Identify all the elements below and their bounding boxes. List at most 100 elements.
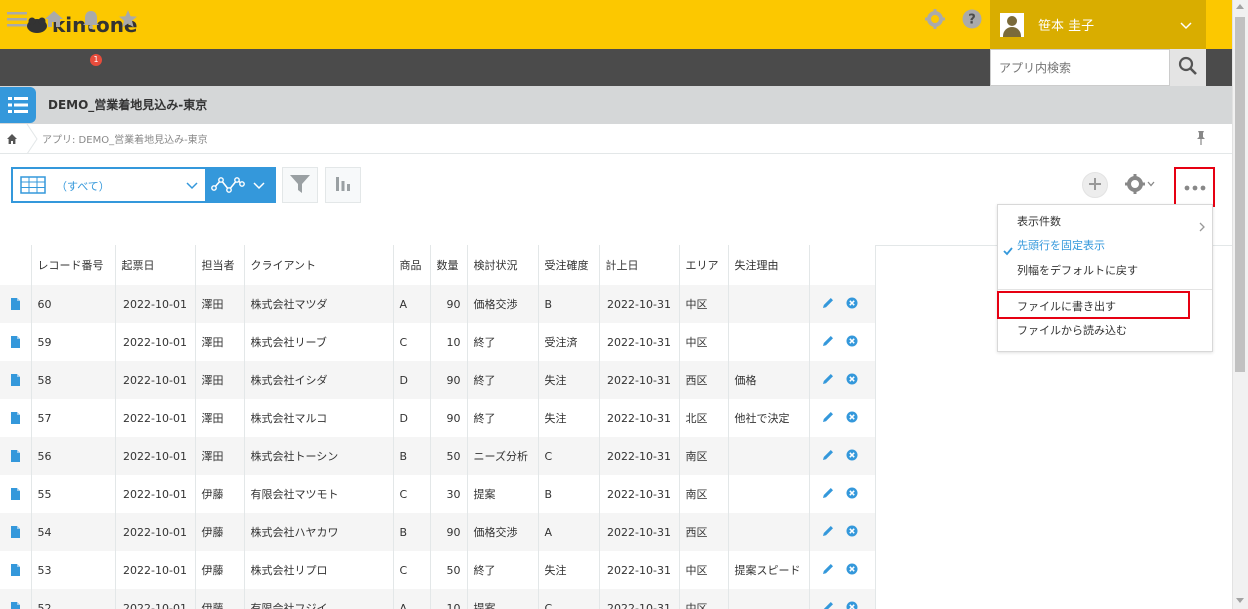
scrollbar-thumb[interactable] [1235, 17, 1245, 372]
add-record-button[interactable] [1082, 172, 1108, 198]
user-menu[interactable]: 笹本 圭子 [990, 0, 1206, 49]
column-header[interactable]: 起票日 [115, 245, 196, 285]
filter-button[interactable] [282, 167, 318, 203]
column-header[interactable]: 商品 [393, 245, 431, 285]
record-detail-cell[interactable] [0, 475, 32, 513]
table-cell: 58 [31, 361, 116, 399]
table-row[interactable]: 54 2022-10-01 伊藤 株式会社ハヤカワ B 90 価格交渉 A 2022-10-31… [0, 513, 876, 551]
table-cell [728, 323, 810, 361]
delete-icon[interactable] [846, 525, 858, 540]
record-detail-cell[interactable] [0, 399, 32, 437]
table-cell: 伊藤 [195, 589, 245, 609]
pin-icon[interactable] [1195, 130, 1207, 146]
scroll-up-arrow[interactable] [1236, 4, 1244, 9]
row-actions-cell [809, 399, 876, 437]
column-header[interactable]: 計上日 [599, 245, 680, 285]
chevron-down-icon [1146, 178, 1156, 192]
table-cell: 株式会社マルコ [244, 399, 394, 437]
menu-item-display-count[interactable]: 表示件数 [998, 210, 1212, 234]
breadcrumb-app-link[interactable]: アプリ: DEMO_営業着地見込み-東京 [42, 131, 208, 146]
delete-icon[interactable] [846, 563, 858, 578]
document-icon[interactable] [10, 374, 20, 386]
hamburger-menu-icon[interactable] [6, 8, 28, 30]
table-row[interactable]: 60 2022-10-01 澤田 株式会社マツダ A 90 価格交渉 B 2022-10-31 中… [0, 285, 876, 323]
record-detail-cell[interactable] [0, 323, 32, 361]
delete-icon[interactable] [846, 601, 858, 609]
table-row[interactable]: 53 2022-10-01 伊藤 株式会社リプロ C 50 終了 失注 2022-10-31 中区… [0, 551, 876, 589]
graph-settings-button[interactable] [325, 167, 361, 203]
more-options-button[interactable] [1174, 167, 1215, 207]
search-button[interactable] [1170, 49, 1206, 86]
table-cell: 2022-10-31 [599, 589, 680, 609]
record-detail-cell[interactable] [0, 285, 32, 323]
table-cell: 2022-10-01 [115, 285, 196, 323]
table-row[interactable]: 52 2022-10-01 伊藤 有限会社フジイ A 10 提案 C 2022-10-31 中区 [0, 589, 876, 609]
app-search-input[interactable] [990, 49, 1170, 86]
bell-icon[interactable] [80, 8, 102, 30]
column-header[interactable]: 検討状況 [467, 245, 539, 285]
column-header[interactable]: 数量 [430, 245, 468, 285]
home-icon[interactable] [43, 8, 65, 30]
breadcrumb-home-icon[interactable] [6, 133, 18, 145]
table-cell: 90 [430, 513, 468, 551]
column-header[interactable]: 失注理由 [728, 245, 810, 285]
app-list-icon[interactable] [0, 87, 36, 123]
column-header[interactable]: クライアント [244, 245, 394, 285]
record-detail-cell[interactable] [0, 361, 32, 399]
delete-icon[interactable] [846, 487, 858, 502]
document-icon[interactable] [10, 526, 20, 538]
table-cell: 50 [430, 551, 468, 589]
pencil-icon[interactable] [822, 487, 834, 502]
table-cell: C [393, 551, 431, 589]
app-settings-button[interactable] [1124, 172, 1164, 198]
table-cell: 中区 [679, 551, 729, 589]
record-detail-cell[interactable] [0, 513, 32, 551]
pencil-icon[interactable] [822, 411, 834, 426]
pencil-icon[interactable] [822, 335, 834, 350]
row-actions-cell [809, 361, 876, 399]
table-cell: 終了 [467, 323, 539, 361]
help-icon[interactable]: ? [961, 8, 983, 30]
table-cell: 伊藤 [195, 513, 245, 551]
svg-text:?: ? [968, 13, 976, 28]
delete-icon[interactable] [846, 335, 858, 350]
record-detail-cell[interactable] [0, 551, 32, 589]
column-header[interactable]: レコード番号 [31, 245, 116, 285]
column-header[interactable]: エリア [679, 245, 729, 285]
table-row[interactable]: 58 2022-10-01 澤田 株式会社イシダ D 90 終了 失注 2022-10-31 西区… [0, 361, 876, 399]
document-icon[interactable] [10, 336, 20, 348]
document-icon[interactable] [10, 602, 20, 609]
pencil-icon[interactable] [822, 449, 834, 464]
record-detail-cell[interactable] [0, 589, 32, 609]
gear-icon[interactable] [924, 8, 946, 30]
table-row[interactable]: 59 2022-10-01 澤田 株式会社リーブ C 10 終了 受注済 2022-10-31 中… [0, 323, 876, 361]
menu-item-import-file[interactable]: ファイルから読み込む [998, 319, 1212, 343]
table-cell [728, 513, 810, 551]
pencil-icon[interactable] [822, 525, 834, 540]
delete-icon[interactable] [846, 411, 858, 426]
document-icon[interactable] [10, 564, 20, 576]
table-row[interactable]: 55 2022-10-01 伊藤 有限会社マツモト C 30 提案 B 2022-10-31 南区 [0, 475, 876, 513]
document-icon[interactable] [10, 298, 20, 310]
row-actions-cell [809, 323, 876, 361]
star-icon[interactable] [117, 8, 139, 30]
delete-icon[interactable] [846, 449, 858, 464]
table-row[interactable]: 57 2022-10-01 澤田 株式会社マルコ D 90 終了 失注 2022-10-31 北区… [0, 399, 876, 437]
record-detail-cell[interactable] [0, 437, 32, 475]
document-icon[interactable] [10, 412, 20, 424]
column-header[interactable]: 受注確度 [538, 245, 600, 285]
pencil-icon[interactable] [822, 297, 834, 312]
document-icon[interactable] [10, 450, 20, 462]
pencil-icon[interactable] [822, 563, 834, 578]
menu-item-fix-header[interactable]: 先頭行を固定表示 [998, 234, 1212, 258]
scroll-down-arrow[interactable] [1236, 598, 1244, 603]
table-row[interactable]: 56 2022-10-01 澤田 株式会社トーシン B 50 ニーズ分析 C 2022-10-3… [0, 437, 876, 475]
pencil-icon[interactable] [822, 373, 834, 388]
column-header[interactable]: 担当者 [195, 245, 245, 285]
delete-icon[interactable] [846, 373, 858, 388]
delete-icon[interactable] [846, 297, 858, 312]
menu-item-reset-width[interactable]: 列幅をデフォルトに戻す [998, 259, 1212, 283]
pencil-icon[interactable] [822, 601, 834, 609]
document-icon[interactable] [10, 488, 20, 500]
filter-icon [289, 173, 311, 198]
